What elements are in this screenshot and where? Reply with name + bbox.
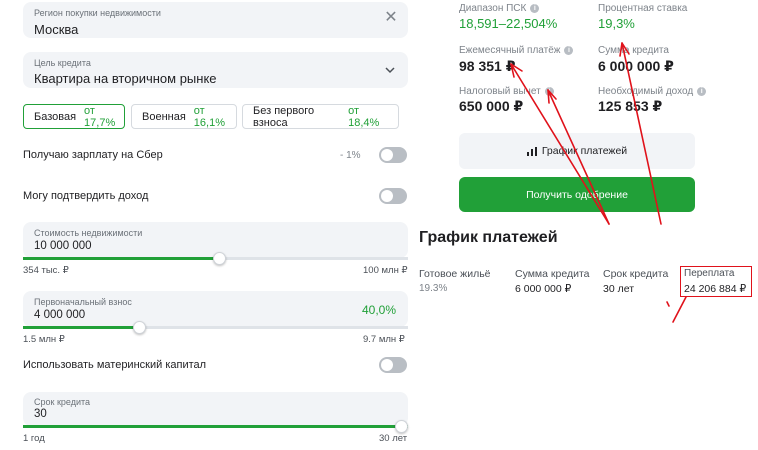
tax-deduction-label: Налоговый вычет i [459,86,554,97]
psk-value: 18,591–22,504% [459,16,558,31]
down-payment-field[interactable]: Первоначальный взнос 4 000 000 40,0% [23,291,408,327]
program-rate: от 16,1% [193,104,225,129]
confirm-income-label: Могу подтвердить доход [23,190,149,202]
program-name: Военная [142,110,186,123]
close-icon[interactable]: ✕ [384,10,398,26]
info-icon[interactable]: i [564,46,574,55]
info-icon[interactable]: i [697,87,707,96]
property-cost-label: Стоимость недвижимости [34,228,143,238]
slider-handle[interactable] [213,252,227,265]
bar-chart-icon [526,146,537,156]
program-chip-no-down-payment[interactable]: Без первого взноса от 18,4% [242,104,399,129]
psk-label: Диапазон ПСК i [459,3,540,14]
down-payment-max: 9.7 млн ₽ [363,334,405,345]
info-icon[interactable]: i [530,4,540,13]
required-income-label: Необходимый доход i [598,86,707,97]
slider-handle[interactable] [395,420,408,433]
property-cost-min: 354 тыс. ₽ [23,265,69,276]
product-label: Готовое жильё [419,268,491,280]
program-name: Базовая [34,110,77,123]
term-min: 1 год [23,433,45,444]
program-chip-military[interactable]: Военная от 16,1% [131,104,237,129]
get-approval-button[interactable]: Получить одобрение [459,177,695,212]
annotation-highlight-box [680,266,752,297]
schedule-sum-value: 6 000 000 ₽ [515,283,572,295]
down-payment-min: 1.5 млн ₽ [23,334,65,345]
confirm-income-toggle[interactable] [379,188,407,204]
property-cost-value[interactable]: 10 000 000 [34,240,92,252]
schedule-term-label: Срок кредита [603,268,669,280]
slider-fill [23,326,139,329]
loan-purpose-label: Цель кредита [34,58,91,68]
schedule-title: График платежей [419,229,558,246]
slider-handle[interactable] [132,321,146,334]
loan-sum-label: Сумма кредита [598,45,669,56]
down-payment-label: Первоначальный взнос [34,297,132,307]
salary-sber-toggle[interactable] [379,147,407,163]
get-approval-button-label: Получить одобрение [526,188,628,201]
region-field[interactable]: Регион покупки недвижимости Москва ✕ [23,2,408,38]
term-slider[interactable] [23,420,408,433]
tax-deduction-value: 650 000 ₽ [459,98,524,114]
info-icon[interactable]: i [544,87,554,96]
region-label: Регион покупки недвижимости [34,8,161,18]
product-rate: 19.3% [419,283,448,294]
term-max: 30 лет [379,433,408,444]
loan-sum-value: 6 000 000 ₽ [598,58,674,74]
salary-sber-label: Получаю зарплату на Сбер [23,149,163,161]
program-rate: от 17,7% [84,104,116,129]
schedule-term-value: 30 лет [603,283,635,295]
chevron-down-icon[interactable] [384,64,396,76]
term-field[interactable]: Срок кредита 30 [23,392,408,426]
payment-schedule-button-label: График платежей [541,145,628,157]
property-cost-max: 100 млн ₽ [363,265,408,276]
required-income-value: 125 853 ₽ [598,98,663,114]
term-value[interactable]: 30 [34,408,47,420]
down-payment-value[interactable]: 4 000 000 [34,309,85,321]
slider-fill [23,425,408,428]
down-payment-slider[interactable] [23,321,408,334]
maternity-capital-toggle[interactable] [379,357,407,373]
rate-label: Процентная ставка [598,3,688,14]
program-name: Без первого взноса [253,104,315,129]
down-payment-percent: 40,0% [361,303,396,317]
program-rate: от 18,4% [348,104,380,129]
schedule-sum-label: Сумма кредита [515,268,590,280]
term-label: Срок кредита [34,397,91,407]
annotation-tick [666,301,670,307]
loan-purpose-value: Квартира на вторичном рынке [34,71,217,86]
monthly-payment-label: Ежемесячный платёж i [459,45,574,56]
salary-sber-discount: - 1% [340,150,361,161]
loan-purpose-select[interactable]: Цель кредита Квартира на вторичном рынке [23,52,408,88]
maternity-capital-label: Использовать материнский капитал [23,359,207,371]
slider-fill [23,257,220,260]
monthly-payment-value: 98 351 ₽ [459,58,516,74]
payment-schedule-button[interactable]: График платежей [459,133,695,169]
rate-value: 19,3% [598,16,635,31]
annotation-arrow-overpay [672,296,687,323]
region-value[interactable]: Москва [34,22,78,37]
program-chip-base[interactable]: Базовая от 17,7% [23,104,125,129]
property-cost-slider[interactable] [23,252,408,265]
